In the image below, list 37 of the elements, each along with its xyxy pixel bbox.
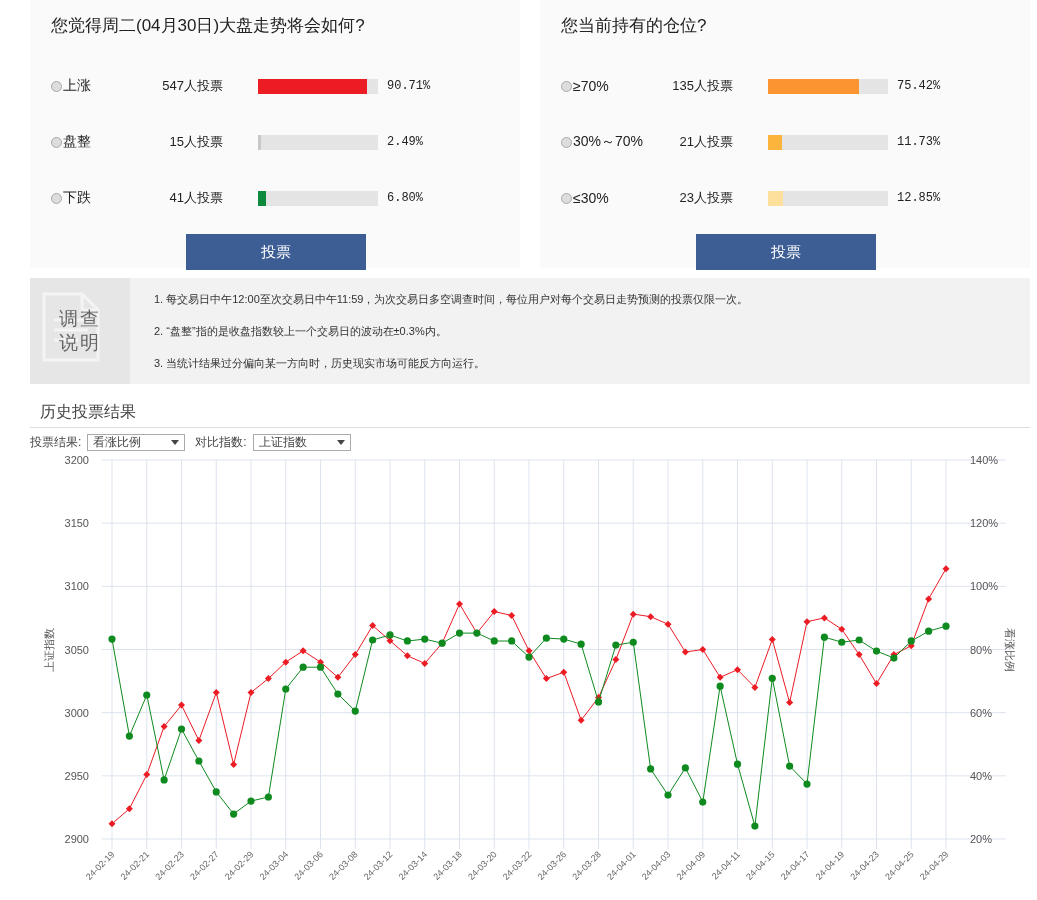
poll-question: 您当前持有的仓位?: [561, 15, 708, 37]
vote-count: 15人投票: [168, 133, 223, 151]
axis-tick-label: 40%: [970, 769, 993, 782]
vote-percent: 6.80%: [387, 191, 423, 205]
vote-percent: 12.85%: [897, 191, 941, 205]
note-text: 2. “盘整”指的是收盘指数较上一个交易日的波动在±0.3%内。: [154, 324, 448, 339]
vote-count: 21人投票: [678, 133, 733, 151]
axis-tick-label: 2900: [64, 833, 89, 845]
filter-label: 投票结果:: [30, 434, 82, 451]
section-title: 历史投票结果: [30, 402, 1030, 428]
vote-percent: 11.73%: [897, 135, 941, 149]
filter-label: 对比指数:: [195, 434, 247, 451]
axis-tick-label: 3200: [64, 454, 89, 466]
axis-tick-label: 2950: [64, 769, 89, 782]
axis-tick-label: 3150: [64, 517, 89, 530]
vote-count: 23人投票: [678, 189, 733, 207]
axis-tick-label: 120%: [970, 517, 999, 530]
vote-count: 41人投票: [168, 189, 223, 207]
axis-title: 看涨比例: [1004, 627, 1016, 672]
vote-percent: 90.71%: [387, 79, 431, 93]
axis-tick-label: 3100: [64, 580, 89, 593]
note-text: 3. 当统计结果过分偏向某一方向时，历史现实市场可能反方向运行。: [154, 356, 487, 371]
notes-label: 调查说明: [59, 307, 101, 355]
axis-tick-label: 100%: [970, 580, 999, 593]
vote-count: 547人投票: [161, 77, 223, 95]
axis-tick-label: 140%: [970, 454, 999, 466]
axis-tick-label: 20%: [970, 833, 993, 845]
axis-tick-label: 60%: [970, 706, 993, 719]
vote-percent: 75.42%: [897, 79, 941, 93]
axis-tick-label: 3050: [64, 643, 89, 656]
note-text: 1. 每交易日中午12:00至次交易日中午11:59，为次交易日多空调查时间，每位用户对每个交易日走势预测的投票仅限一次。: [154, 292, 749, 307]
vote-count: 135人投票: [671, 77, 733, 95]
axis-title: 上证指数: [43, 627, 55, 672]
vote-percent: 2.49%: [387, 135, 423, 149]
poll-question: 您觉得周二(04月30日)大盘走势将会如何?: [51, 15, 366, 37]
axis-tick-label: 3000: [64, 706, 89, 719]
axis-tick-label: 80%: [970, 643, 993, 656]
